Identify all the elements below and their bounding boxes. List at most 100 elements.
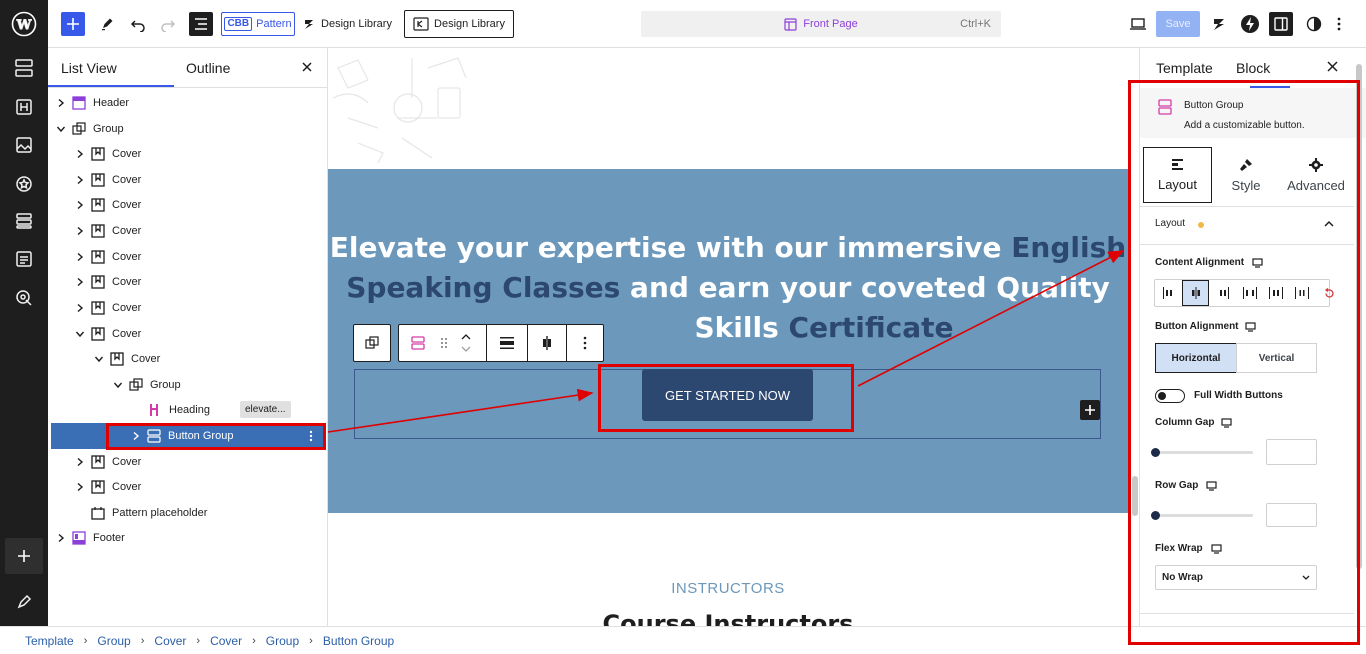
templates-icon[interactable]: [0, 203, 48, 239]
chevron-down-icon[interactable]: [113, 380, 123, 390]
sidebar-scrollbar-thumb[interactable]: [1356, 64, 1362, 569]
list-item-group[interactable]: Group: [52, 116, 324, 141]
design-library-button[interactable]: Design Library: [301, 10, 393, 38]
chevron-right-icon[interactable]: [75, 226, 85, 236]
chevron-down-icon[interactable]: [461, 346, 471, 352]
breadcrumb-item[interactable]: Group: [266, 634, 299, 648]
undo-icon[interactable]: [126, 10, 150, 38]
stackable-settings-icon[interactable]: [1207, 10, 1231, 38]
justify-button[interactable]: [528, 325, 566, 361]
list-item-cover[interactable]: Cover: [52, 244, 324, 269]
layout-panel-header[interactable]: Layout: [1140, 208, 1354, 244]
close-list-view-icon[interactable]: [301, 61, 313, 73]
column-gap-input[interactable]: [1266, 439, 1317, 465]
list-item-cover[interactable]: Cover: [52, 321, 324, 346]
chevron-up-icon[interactable]: [461, 334, 471, 340]
pointer-settings-icon[interactable]: [0, 280, 48, 316]
list-item-cover[interactable]: Cover: [52, 141, 324, 166]
list-view-toggle-button[interactable]: [189, 12, 213, 36]
desktop-icon[interactable]: [1252, 258, 1263, 268]
chevron-right-icon[interactable]: [75, 149, 85, 159]
list-item-cover[interactable]: Cover: [52, 295, 324, 320]
tab-advanced[interactable]: Advanced: [1280, 147, 1352, 203]
tab-template[interactable]: Template: [1156, 60, 1213, 76]
breadcrumb-item[interactable]: Group: [97, 634, 130, 648]
options-menu-icon[interactable]: [1327, 10, 1351, 38]
tab-list-view[interactable]: List View: [61, 60, 117, 76]
chevron-right-icon[interactable]: [75, 252, 85, 262]
chevron-right-icon[interactable]: [75, 457, 85, 467]
navigation-icon[interactable]: [0, 50, 48, 86]
bolt-icon[interactable]: [1238, 10, 1262, 38]
styles-icon[interactable]: [0, 166, 48, 202]
list-item-cover[interactable]: Cover: [52, 192, 324, 217]
breadcrumb-item[interactable]: Cover: [210, 634, 242, 648]
close-sidebar-icon[interactable]: [1327, 61, 1338, 72]
breadcrumb-item[interactable]: Cover: [154, 634, 186, 648]
space-evenly-button[interactable]: [1289, 280, 1315, 306]
drag-handle-icon[interactable]: [437, 325, 451, 361]
row-gap-slider-thumb[interactable]: [1151, 511, 1160, 520]
desktop-icon[interactable]: [1221, 418, 1232, 428]
wordpress-logo-icon[interactable]: W: [0, 6, 48, 42]
tab-layout[interactable]: Layout: [1143, 147, 1212, 203]
pages-icon[interactable]: [0, 241, 48, 277]
row-gap-input[interactable]: [1266, 503, 1317, 527]
chevron-right-icon[interactable]: [75, 482, 85, 492]
chevron-up-icon[interactable]: [1324, 220, 1334, 227]
move-up-down-buttons[interactable]: [455, 325, 477, 361]
styles-half-circle-icon[interactable]: [1302, 10, 1326, 38]
chevron-down-icon[interactable]: [56, 124, 66, 134]
list-item-heading[interactable]: Heading elevate...: [52, 397, 324, 422]
list-item-cover[interactable]: Cover: [52, 346, 324, 371]
media-icon[interactable]: [0, 127, 48, 163]
space-between-button[interactable]: [1237, 280, 1263, 306]
vertical-button[interactable]: Vertical: [1236, 343, 1317, 373]
tab-block[interactable]: Block: [1236, 60, 1270, 76]
align-end-button[interactable]: [1211, 280, 1237, 306]
block-type-button[interactable]: [399, 325, 437, 361]
edit-tool-icon[interactable]: [96, 10, 120, 38]
tab-style[interactable]: Style: [1212, 147, 1280, 203]
get-started-button[interactable]: GET STARTED NOW: [642, 369, 813, 421]
hero-heading-line-2[interactable]: Speaking Classes and earn your coveted Q…: [328, 271, 1128, 304]
list-item-footer[interactable]: Footer: [52, 525, 324, 550]
settings-sidebar-toggle-icon[interactable]: [1269, 12, 1293, 36]
desktop-icon[interactable]: [1206, 481, 1217, 491]
redo-icon[interactable]: [156, 10, 180, 38]
align-center-button-active[interactable]: [1182, 280, 1209, 306]
list-item-cover[interactable]: Cover: [52, 269, 324, 294]
breadcrumb-item[interactable]: Button Group: [323, 634, 394, 648]
desktop-icon[interactable]: [1211, 544, 1222, 554]
chevron-right-icon[interactable]: [75, 277, 85, 287]
list-item-cover[interactable]: Cover: [52, 218, 324, 243]
list-item-cover[interactable]: Cover: [52, 474, 324, 499]
add-block-icon[interactable]: [5, 538, 43, 574]
headers-icon[interactable]: [0, 89, 48, 125]
space-around-button[interactable]: [1263, 280, 1289, 306]
chevron-right-icon[interactable]: [75, 175, 85, 185]
editor-canvas[interactable]: Elevate your expertise with our immersiv…: [328, 48, 1139, 626]
chevron-right-icon[interactable]: [75, 303, 85, 313]
chevron-right-icon[interactable]: [56, 533, 66, 543]
row-gap-slider-track[interactable]: [1155, 514, 1253, 517]
list-item-group[interactable]: Group: [52, 372, 324, 397]
pattern-button[interactable]: CBB Pattern: [221, 12, 295, 36]
align-start-button[interactable]: [1155, 280, 1181, 306]
pen-edit-icon[interactable]: [0, 584, 48, 620]
chevron-down-icon[interactable]: [75, 329, 85, 339]
reset-icon[interactable]: [1324, 288, 1335, 299]
canvas-scrollbar-thumb[interactable]: [1132, 476, 1138, 516]
chevron-right-icon[interactable]: [56, 98, 66, 108]
align-button[interactable]: [487, 325, 527, 361]
breadcrumb-item[interactable]: Template: [25, 634, 74, 648]
tab-outline[interactable]: Outline: [186, 60, 230, 76]
column-gap-slider-thumb[interactable]: [1151, 448, 1160, 457]
hero-cover-block[interactable]: Elevate your expertise with our immersiv…: [328, 169, 1128, 513]
select-parent-button[interactable]: [353, 324, 391, 362]
column-gap-slider-track[interactable]: [1155, 451, 1253, 454]
block-inserter-button[interactable]: [61, 12, 85, 36]
preview-desktop-icon[interactable]: [1126, 10, 1150, 38]
flex-wrap-select[interactable]: No Wrap: [1155, 565, 1317, 590]
chevron-right-icon[interactable]: [131, 431, 141, 441]
